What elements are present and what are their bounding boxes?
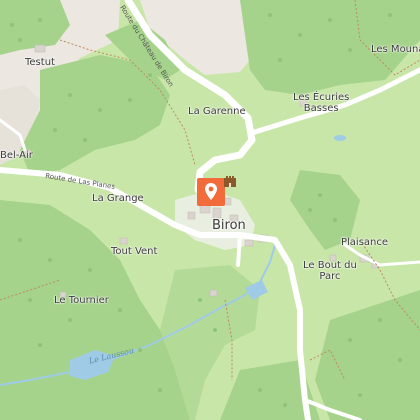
place-label-la-garenne[interactable]: La Garenne <box>188 106 246 117</box>
place-label-testut[interactable]: Testut <box>25 57 55 68</box>
place-label-le-tournier[interactable]: Le Tournier <box>54 295 109 306</box>
castle-icon[interactable] <box>223 174 237 188</box>
place-label-bel-air[interactable]: Bel-Air <box>0 150 33 161</box>
map-base-layer <box>0 0 420 420</box>
place-label-les-mouna[interactable]: Les Mouna <box>371 44 420 55</box>
place-label-plaisance[interactable]: Plaisance <box>341 237 388 248</box>
place-label-la-grange[interactable]: La Grange <box>92 193 144 204</box>
location-pin-icon[interactable] <box>197 178 225 206</box>
place-label-le-bout-du-parc[interactable]: Le Bout du Parc <box>303 260 357 282</box>
place-label-les-ecuries-basses[interactable]: Les Écuries Basses <box>293 92 349 114</box>
town-label-biron[interactable]: Biron <box>212 218 246 233</box>
place-label-tout-vent[interactable]: Tout Vent <box>111 246 157 257</box>
map-canvas[interactable]: Testut Les Mouna La Garenne Les Écuries … <box>0 0 420 420</box>
